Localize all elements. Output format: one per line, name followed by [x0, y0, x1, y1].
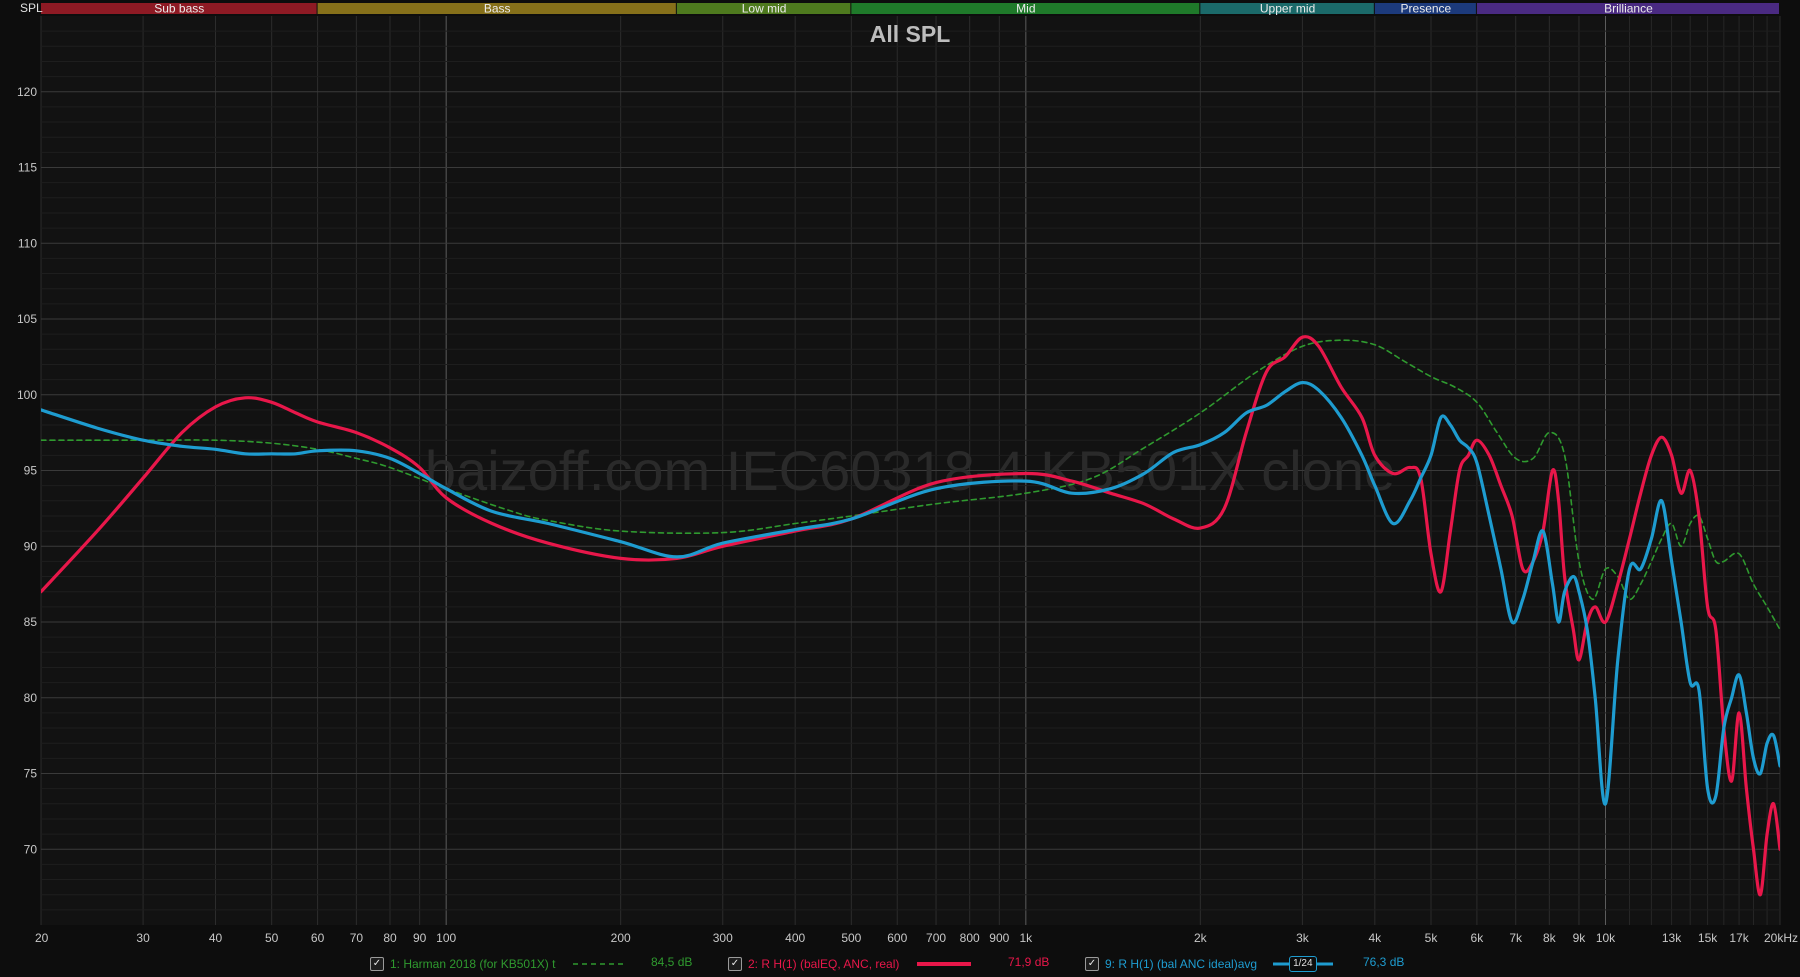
x-tick-label: 900	[989, 931, 1009, 945]
smoothing-label: 1/24	[1289, 956, 1317, 972]
legend-item-balEQ[interactable]: ✓ 2: R H(1) (balEQ, ANC, real)	[728, 955, 972, 973]
x-tick-label: 9k	[1573, 931, 1587, 945]
x-tick-label: 8k	[1543, 931, 1557, 945]
x-tick-label: 3k	[1296, 931, 1310, 945]
legend-value-balEQ: 71,9 dB	[1008, 955, 1050, 969]
legend: ✓ 1: Harman 2018 (for KB501X) t 84,5 dB …	[0, 951, 1800, 977]
band-label-2: Low mid	[742, 2, 787, 16]
spl-axis-label: SPL	[20, 1, 43, 15]
x-tick-label: 500	[841, 931, 861, 945]
smoothing-indicator[interactable]: 1/24	[1273, 956, 1333, 972]
y-tick-label: 90	[24, 539, 38, 553]
legend-label-harman: 1: Harman 2018 (for KB501X) t	[390, 957, 556, 971]
x-tick-label: 40	[209, 931, 223, 945]
legend-label-bal-ideal: 9: R H(1) (bal ANC ideal)avg	[1105, 957, 1258, 971]
y-tick-label: 75	[24, 767, 38, 781]
legend-value-harman: 84,5 dB	[651, 955, 693, 969]
x-tick-label: 4k	[1368, 931, 1382, 945]
x-tick-label: 800	[960, 931, 980, 945]
band-label-0: Sub bass	[154, 2, 204, 16]
x-tick-label: 20	[35, 931, 49, 945]
legend-item-bal-ideal[interactable]: ✓ 9: R H(1) (bal ANC ideal)avg 1/24	[1085, 955, 1333, 973]
x-tick-label: 300	[713, 931, 733, 945]
y-tick-label: 105	[17, 312, 37, 326]
x-tick-label: 20kHz	[1764, 931, 1798, 945]
spl-chart: Sub bass Bass Low mid Mid Upper mid Presence B…	[0, 0, 1800, 951]
x-tick-label: 6k	[1471, 931, 1485, 945]
legend-checkbox-balEQ[interactable]: ✓	[728, 957, 742, 971]
band-label-3: Mid	[1016, 2, 1035, 16]
x-tick-label: 200	[611, 931, 631, 945]
legend-value-bal-ideal: 76,3 dB	[1363, 955, 1405, 969]
legend-label-balEQ: 2: R H(1) (balEQ, ANC, real)	[748, 957, 900, 971]
band-label-6: Brilliance	[1604, 2, 1653, 16]
x-tick-label: 10k	[1596, 931, 1616, 945]
x-tick-label: 7k	[1509, 931, 1523, 945]
y-tick-label: 95	[24, 464, 38, 478]
x-tick-label: 400	[785, 931, 805, 945]
legend-checkbox-bal-ideal[interactable]: ✓	[1085, 957, 1099, 971]
legend-checkbox-harman[interactable]: ✓	[370, 957, 384, 971]
x-tick-label: 2k	[1194, 931, 1208, 945]
legend-swatch-harman	[573, 963, 624, 965]
y-tick-label: 85	[24, 615, 38, 629]
x-tick-label: 70	[350, 931, 364, 945]
y-tick-label: 100	[17, 388, 37, 402]
legend-swatch-balEQ	[917, 962, 972, 966]
band-label-1: Bass	[484, 2, 511, 16]
x-tick-label: 15k	[1698, 931, 1718, 945]
x-tick-label: 50	[265, 931, 279, 945]
x-tick-label: 600	[887, 931, 907, 945]
band-label-5: Presence	[1401, 2, 1452, 16]
x-tick-label: 80	[383, 931, 397, 945]
x-tick-label: 17k	[1729, 931, 1749, 945]
x-tick-label: 700	[926, 931, 946, 945]
band-label-4: Upper mid	[1260, 2, 1315, 16]
x-tick-label: 90	[413, 931, 427, 945]
y-tick-label: 120	[17, 85, 37, 99]
chart-title: All SPL	[870, 21, 951, 47]
y-tick-label: 70	[24, 842, 38, 856]
x-tick-label: 60	[311, 931, 325, 945]
legend-item-harman[interactable]: ✓ 1: Harman 2018 (for KB501X) t	[370, 955, 624, 973]
x-tick-label: 5k	[1425, 931, 1439, 945]
frequency-bands: Sub bass Bass Low mid Mid Upper mid Presence B…	[41, 2, 1779, 16]
x-tick-label: 13k	[1662, 931, 1682, 945]
y-tick-label: 115	[18, 161, 37, 175]
x-tick-label: 1k	[1019, 931, 1033, 945]
y-tick-label: 110	[18, 236, 37, 250]
x-tick-label: 100	[436, 931, 456, 945]
x-tick-label: 30	[136, 931, 150, 945]
y-tick-label: 80	[24, 691, 38, 705]
